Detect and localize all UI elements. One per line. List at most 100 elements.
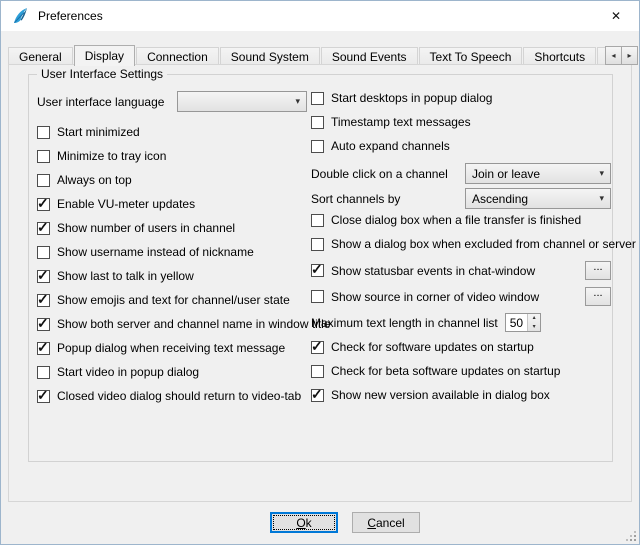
checkbox-row[interactable]: Check for software updates on startup — [311, 340, 611, 354]
language-row: User interface language ▾ — [37, 91, 307, 112]
double-click-combo[interactable]: Join or leave ▾ — [465, 163, 611, 184]
checkbox[interactable] — [37, 150, 50, 163]
chevron-down-icon: ▾ — [593, 168, 604, 179]
checkbox-label: Minimize to tray icon — [57, 149, 166, 163]
checkbox-row[interactable]: Minimize to tray icon — [37, 149, 307, 163]
ui-settings-group: User Interface Settings User interface l… — [28, 74, 613, 462]
chevron-down-icon: ▾ — [593, 193, 604, 204]
right-column: Start desktops in popup dialog Timestamp… — [311, 91, 611, 412]
right-checkbox-list-mid: Close dialog box when a file transfer is… — [311, 213, 611, 251]
double-click-combo-value: Join or leave — [472, 167, 540, 181]
checkbox-label: Enable VU-meter updates — [57, 197, 195, 211]
checkbox-label: Show both server and channel name in win… — [57, 317, 331, 331]
checkbox[interactable] — [311, 389, 324, 402]
stepper-arrows: ▴ ▾ — [527, 314, 540, 331]
checkbox-row[interactable]: Closed video dialog should return to vid… — [37, 389, 307, 403]
checkbox-row[interactable]: Start desktops in popup dialog — [311, 91, 611, 105]
checkbox[interactable] — [311, 116, 324, 129]
checkbox[interactable] — [37, 198, 50, 211]
right-checkbox-list-bottom: Check for software updates on startup Ch… — [311, 340, 611, 402]
checkbox-label: Auto expand channels — [331, 139, 450, 153]
checkbox[interactable] — [311, 290, 324, 303]
checkbox-label: Close dialog box when a file transfer is… — [331, 213, 581, 227]
checkbox[interactable] — [37, 174, 50, 187]
checkbox-label: Show a dialog box when excluded from cha… — [331, 237, 636, 251]
checkbox[interactable] — [37, 246, 50, 259]
sort-channels-combo-value: Ascending — [472, 192, 528, 206]
checkbox[interactable] — [37, 222, 50, 235]
right-checkbox-list-top: Start desktops in popup dialog Timestamp… — [311, 91, 611, 153]
resize-grip[interactable] — [624, 529, 637, 542]
tab-scroll-right-icon[interactable]: ▸ — [621, 46, 638, 65]
checkbox-row[interactable]: Show new version available in dialog box — [311, 388, 611, 402]
checkbox[interactable] — [311, 264, 324, 277]
checkbox-label: Show number of users in channel — [57, 221, 235, 235]
ok-button[interactable]: Ok — [270, 512, 338, 533]
statusbar-events-row[interactable]: Show statusbar events in chat-window ... — [311, 261, 611, 280]
checkbox-label: Show statusbar events in chat-window — [331, 264, 535, 278]
tab-scroll-left-icon[interactable]: ◂ — [605, 46, 622, 65]
left-column: User interface language ▾ Start minimize… — [37, 91, 307, 413]
checkbox-row[interactable]: Show a dialog box when excluded from cha… — [311, 237, 611, 251]
checkbox-row[interactable]: Start video in popup dialog — [37, 365, 307, 379]
checkbox-label: Start video in popup dialog — [57, 365, 199, 379]
checkbox-row[interactable]: Show both server and channel name in win… — [37, 317, 307, 331]
checkbox-label: Timestamp text messages — [331, 115, 471, 129]
checkbox-row[interactable]: Auto expand channels — [311, 139, 611, 153]
checkbox-row[interactable]: Show username instead of nickname — [37, 245, 307, 259]
checkbox-row[interactable]: Timestamp text messages — [311, 115, 611, 129]
stepper-up-icon[interactable]: ▴ — [528, 314, 540, 323]
checkbox-label: Start minimized — [57, 125, 140, 139]
checkbox-row[interactable]: Enable VU-meter updates — [37, 197, 307, 211]
checkbox[interactable] — [311, 238, 324, 251]
double-click-row: Double click on a channel Join or leave … — [311, 163, 611, 184]
double-click-label: Double click on a channel — [311, 167, 465, 181]
checkbox[interactable] — [37, 366, 50, 379]
close-button[interactable]: ✕ — [593, 1, 639, 31]
checkbox-row[interactable]: Close dialog box when a file transfer is… — [311, 213, 611, 227]
checkbox[interactable] — [37, 270, 50, 283]
checkbox-row[interactable]: Show last to talk in yellow — [37, 269, 307, 283]
checkbox[interactable] — [37, 318, 50, 331]
titlebar[interactable]: Preferences ✕ — [1, 1, 639, 31]
checkbox[interactable] — [311, 341, 324, 354]
checkbox-label: Check for software updates on startup — [331, 340, 534, 354]
checkbox-label: Show new version available in dialog box — [331, 388, 550, 402]
max-text-length-stepper[interactable]: 50 ▴ ▾ — [505, 313, 541, 332]
checkbox[interactable] — [37, 390, 50, 403]
tab[interactable]: Display — [74, 45, 135, 66]
checkbox[interactable] — [37, 126, 50, 139]
checkbox-row[interactable]: Start minimized — [37, 125, 307, 139]
sort-channels-label: Sort channels by — [311, 192, 465, 206]
video-source-more-button[interactable]: ... — [585, 287, 611, 306]
checkbox[interactable] — [37, 294, 50, 307]
checkbox[interactable] — [311, 140, 324, 153]
tab-bar: General Display Connection Sound System … — [8, 45, 608, 66]
statusbar-events-more-button[interactable]: ... — [585, 261, 611, 280]
language-combo[interactable]: ▾ — [177, 91, 307, 112]
checkbox-row[interactable]: Always on top — [37, 173, 307, 187]
checkbox-label: Show username instead of nickname — [57, 245, 254, 259]
checkbox-row[interactable]: Show number of users in channel — [37, 221, 307, 235]
checkbox-row[interactable]: Show emojis and text for channel/user st… — [37, 293, 307, 307]
tab-scroll-control: ◂ ▸ — [606, 46, 638, 65]
checkbox-label: Closed video dialog should return to vid… — [57, 389, 301, 403]
checkbox-label: Show last to talk in yellow — [57, 269, 194, 283]
video-source-row[interactable]: Show source in corner of video window ..… — [311, 287, 611, 306]
window-title: Preferences — [38, 9, 103, 23]
checkbox[interactable] — [37, 342, 50, 355]
max-text-length-row: Maximum text length in channel list 50 ▴… — [311, 313, 611, 332]
max-text-length-label: Maximum text length in channel list — [311, 316, 498, 330]
cancel-button[interactable]: Cancel — [352, 512, 420, 533]
stepper-down-icon[interactable]: ▾ — [528, 323, 540, 332]
left-checkbox-list: Start minimized Minimize to tray icon Al… — [37, 125, 307, 403]
sort-channels-combo[interactable]: Ascending ▾ — [465, 188, 611, 209]
checkbox-label: Show emojis and text for channel/user st… — [57, 293, 290, 307]
sort-channels-row: Sort channels by Ascending ▾ — [311, 188, 611, 209]
checkbox[interactable] — [311, 92, 324, 105]
checkbox[interactable] — [311, 365, 324, 378]
checkbox-row[interactable]: Check for beta software updates on start… — [311, 364, 611, 378]
checkbox-row[interactable]: Popup dialog when receiving text message — [37, 341, 307, 355]
checkbox[interactable] — [311, 214, 324, 227]
chevron-down-icon: ▾ — [289, 96, 300, 107]
